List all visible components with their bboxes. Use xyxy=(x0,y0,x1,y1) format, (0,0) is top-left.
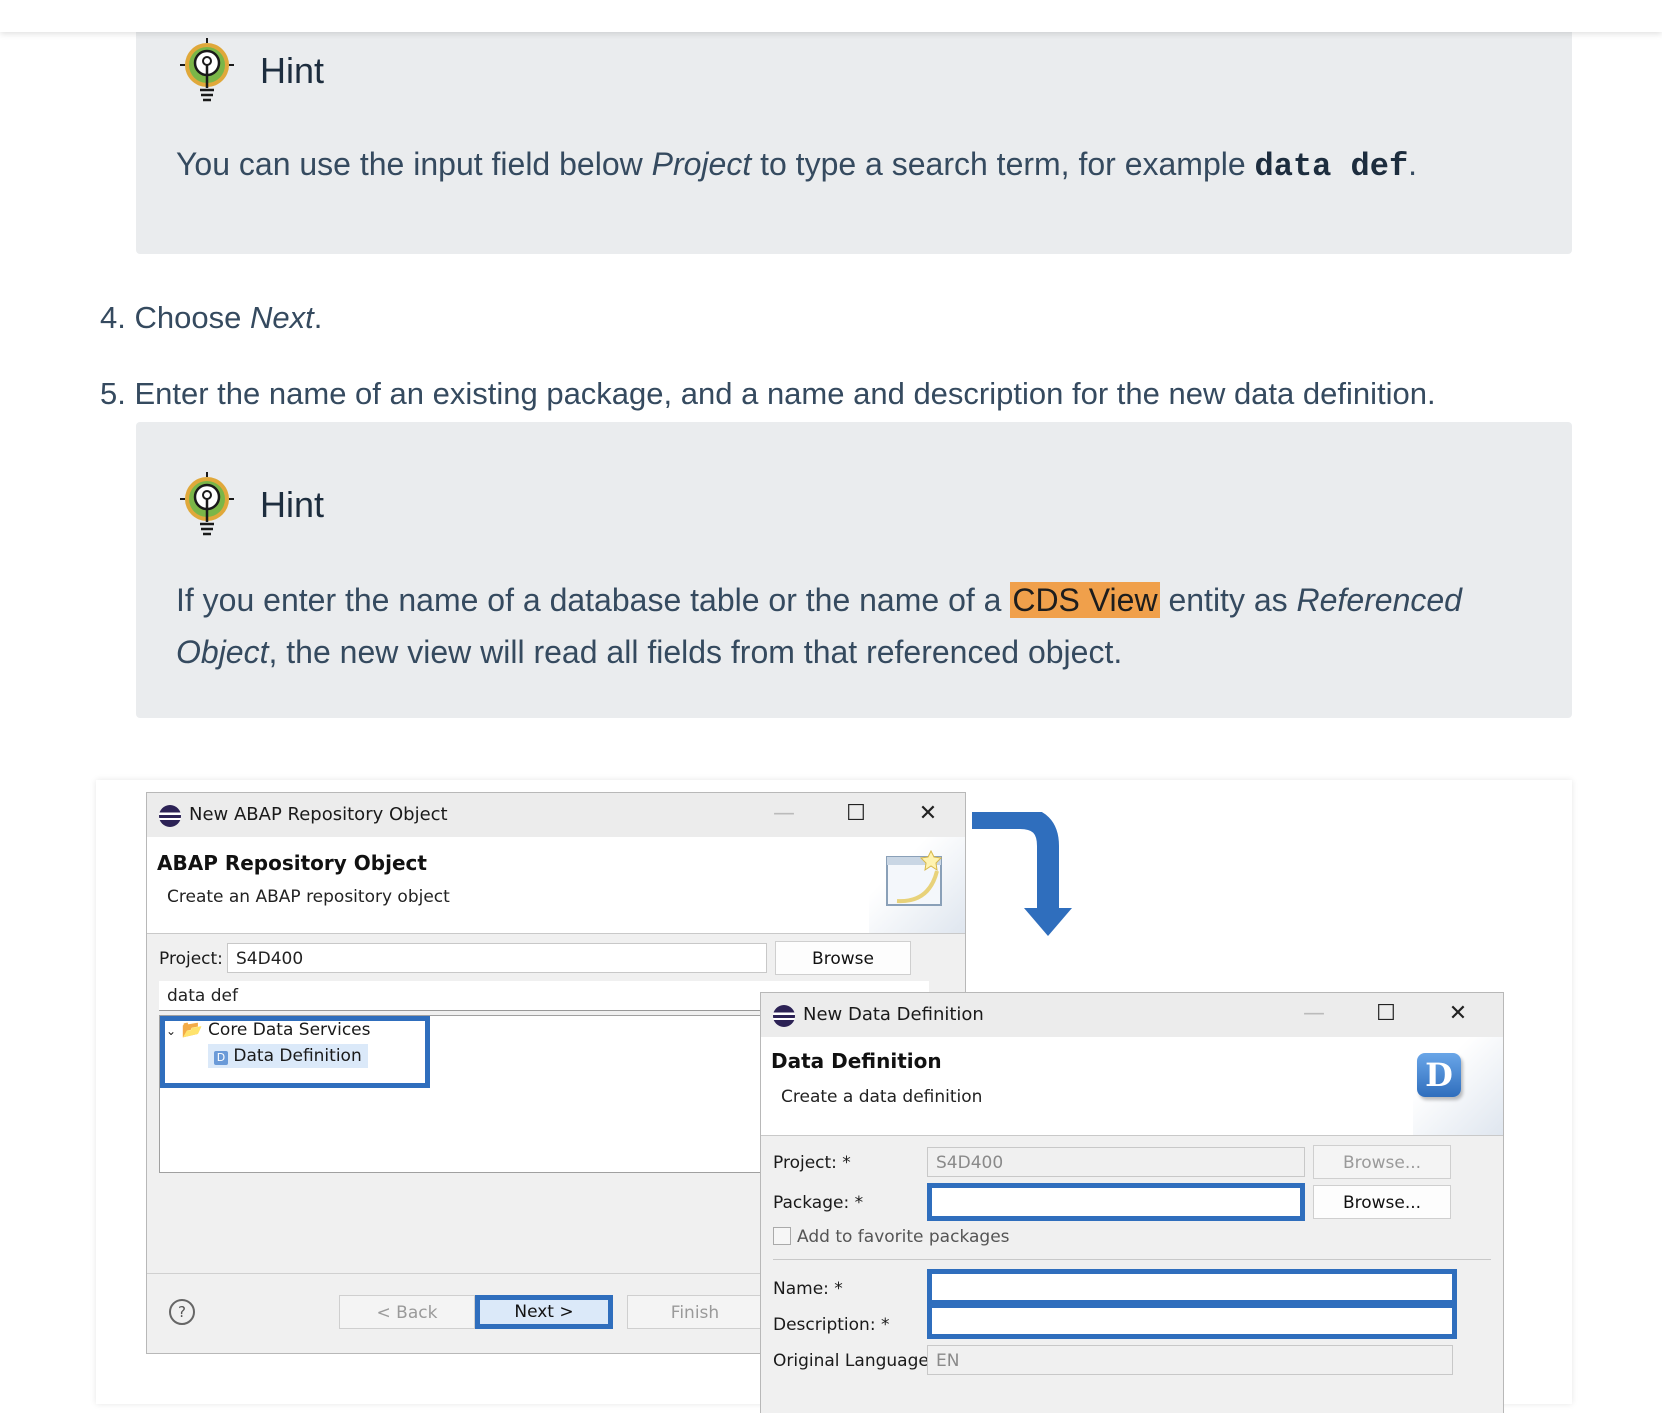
hint-box-referenced-object: Hint If you enter the name of a database… xyxy=(136,422,1572,718)
name-label: Name: * xyxy=(773,1279,843,1299)
help-icon[interactable]: ? xyxy=(169,1299,195,1325)
header-subtitle: Create a data definition xyxy=(781,1087,983,1107)
header-title: Data Definition xyxy=(771,1049,942,1073)
project-browse-button[interactable]: Browse... xyxy=(1313,1145,1451,1179)
wizard-banner-icon: D xyxy=(1413,1037,1503,1135)
dialog-titlebar: New Data Definition — ☐ ✕ xyxy=(761,993,1503,1037)
maximize-button[interactable]: ☐ xyxy=(841,801,871,826)
hint-text-emphasis: Referenced xyxy=(1296,582,1462,618)
description-input[interactable] xyxy=(927,1303,1457,1339)
hint-text-part: You can use the input field below xyxy=(176,146,652,182)
hint-title: Hint xyxy=(260,50,325,91)
dialog-header: Data Definition Create a data definition… xyxy=(761,1037,1503,1136)
new-object-icon xyxy=(886,849,943,906)
favorite-label: Add to favorite packages xyxy=(797,1227,1010,1247)
project-input[interactable]: S4D400 xyxy=(227,943,767,973)
step-5: 5. Enter the name of an existing package… xyxy=(100,376,1436,412)
lightbulb-icon xyxy=(180,472,234,536)
header-title: ABAP Repository Object xyxy=(157,851,427,875)
dialog-titlebar: New ABAP Repository Object — ☐ ✕ xyxy=(147,793,965,837)
language-label: Original Language: xyxy=(773,1351,935,1371)
finish-button[interactable]: Finish xyxy=(627,1295,763,1329)
hint-text: You can use the input field below Projec… xyxy=(176,138,1472,193)
step-text: Enter the name of an existing package, a… xyxy=(125,376,1436,411)
name-input[interactable] xyxy=(927,1269,1457,1305)
dialog-new-data-definition: New Data Definition — ☐ ✕ Data Definitio… xyxy=(760,992,1504,1413)
dialog-title: New ABAP Repository Object xyxy=(189,804,448,825)
favorite-checkbox[interactable] xyxy=(773,1227,791,1245)
description-label: Description: * xyxy=(773,1315,890,1335)
step-4: 4. Choose Next. xyxy=(100,300,322,336)
data-definition-logo-icon: D xyxy=(1417,1053,1461,1097)
hint-text: If you enter the name of a database tabl… xyxy=(176,574,1472,678)
browse-button[interactable]: Browse xyxy=(775,941,911,975)
hint-text-part: , the new view will read all fields from… xyxy=(268,634,1123,670)
top-header-bar xyxy=(0,0,1662,32)
lightbulb-icon xyxy=(180,38,234,102)
cds-view-highlight: CDS View xyxy=(1010,582,1160,618)
next-button[interactable]: Next > xyxy=(475,1295,613,1329)
step-number: 5. xyxy=(100,376,126,411)
step-emphasis: Next xyxy=(249,300,314,335)
close-button[interactable]: ✕ xyxy=(913,801,943,826)
hint-text-part: . xyxy=(1408,146,1418,182)
step-text: Choose xyxy=(125,300,250,335)
step-text: . xyxy=(313,300,323,335)
hint-box-project-search: Hint You can use the input field below P… xyxy=(136,20,1572,254)
package-browse-button[interactable]: Browse... xyxy=(1313,1185,1451,1219)
project-label: Project: xyxy=(159,949,223,969)
hint-text-emphasis: Project xyxy=(651,146,752,182)
wizard-banner-icon xyxy=(869,837,965,933)
project-input[interactable]: S4D400 xyxy=(927,1147,1305,1177)
close-button[interactable]: ✕ xyxy=(1443,1001,1473,1026)
form-divider xyxy=(773,1259,1491,1260)
hint-text-emphasis: Object xyxy=(176,634,269,670)
hint-title: Hint xyxy=(260,484,325,525)
hint-code-example: data def xyxy=(1254,148,1409,185)
screenshot-figure: New ABAP Repository Object — ☐ ✕ ABAP Re… xyxy=(96,780,1572,1413)
minimize-button[interactable]: — xyxy=(769,801,799,826)
package-input[interactable] xyxy=(927,1183,1305,1221)
hint-text-part: to type a search term, for example xyxy=(751,146,1255,182)
eclipse-icon xyxy=(773,1005,795,1027)
project-label: Project: * xyxy=(773,1153,851,1173)
back-button[interactable]: < Back xyxy=(339,1295,475,1329)
flow-arrow-icon xyxy=(972,812,1072,936)
dialog-header: ABAP Repository Object Create an ABAP re… xyxy=(147,837,965,934)
package-label: Package: * xyxy=(773,1193,864,1213)
header-subtitle: Create an ABAP repository object xyxy=(167,887,450,907)
hint-text-part: If you enter the name of a database tabl… xyxy=(176,582,1011,618)
language-input[interactable]: EN xyxy=(927,1345,1453,1375)
minimize-button[interactable]: — xyxy=(1299,1001,1329,1026)
dialog-title: New Data Definition xyxy=(803,1004,984,1025)
step-number: 4. xyxy=(100,300,126,335)
hint-text-part: entity as xyxy=(1159,582,1297,618)
tree-highlight-box xyxy=(160,1016,430,1088)
maximize-button[interactable]: ☐ xyxy=(1371,1001,1401,1026)
eclipse-icon xyxy=(159,805,181,827)
